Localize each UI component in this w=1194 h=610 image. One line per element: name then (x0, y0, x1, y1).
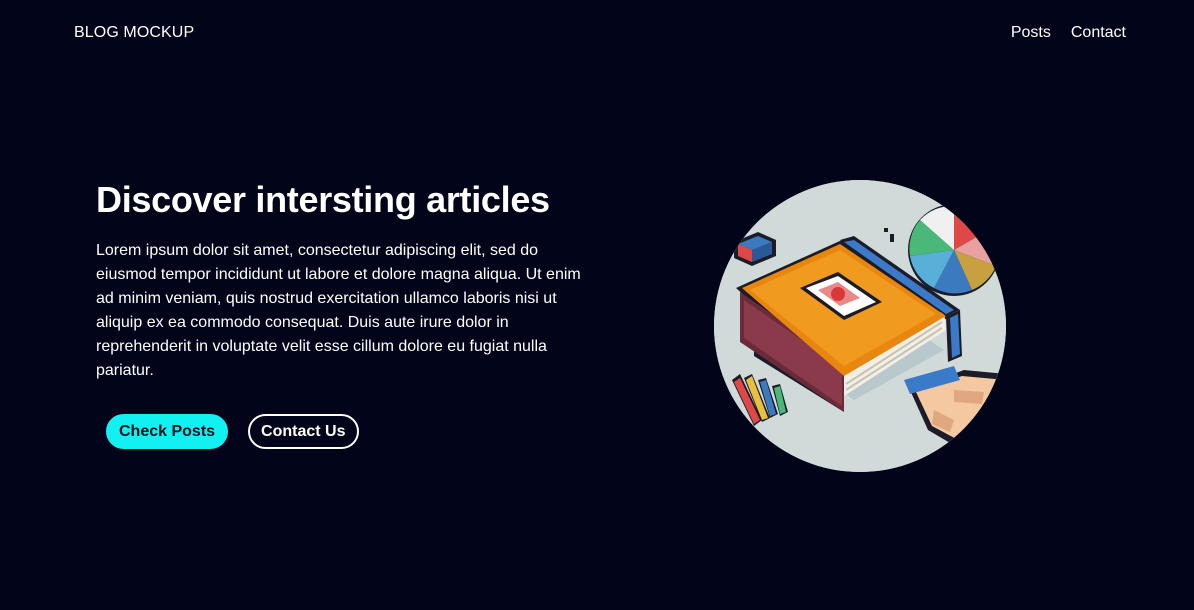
brand-logo-link[interactable]: BLOG MOCKUP (74, 24, 194, 42)
hero-image (714, 180, 1006, 472)
contact-us-button[interactable]: Contact Us (248, 414, 359, 449)
check-posts-button[interactable]: Check Posts (106, 414, 229, 449)
book-illustration (714, 180, 1006, 472)
nav-links: Posts Contact (1011, 24, 1126, 42)
nav-link-contact[interactable]: Contact (1071, 24, 1126, 42)
nav-link-posts[interactable]: Posts (1011, 24, 1051, 42)
landing-page: BLOG MOCKUP Posts Contact Discover inter… (0, 0, 1194, 610)
hero-description: Lorem ipsum dolor sit amet, consectetur … (96, 242, 581, 379)
color-wheel-icon (908, 204, 1000, 296)
hero-section: Discover intersting articles Lorem ipsum… (96, 178, 596, 383)
hero-title: Discover intersting articles (96, 179, 550, 220)
navbar: BLOG MOCKUP Posts Contact (0, 0, 1194, 66)
hero-buttons: Check Posts Contact Us (106, 414, 359, 449)
